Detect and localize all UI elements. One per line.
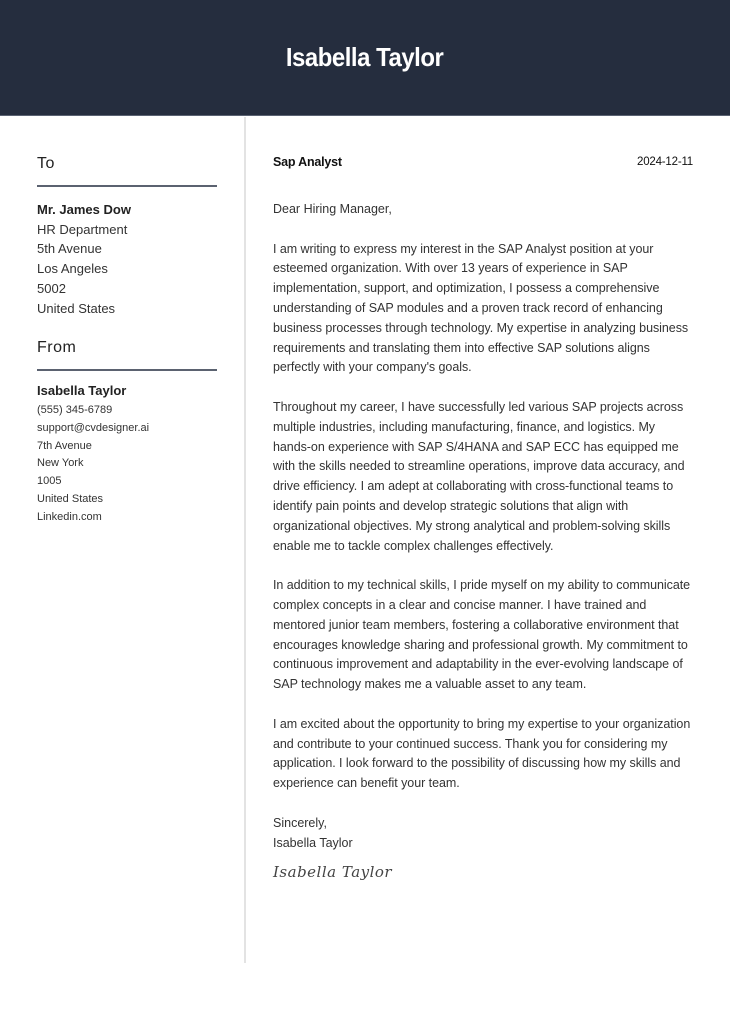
paragraph: In addition to my technical skills, I pr… [273,578,691,692]
to-divider [37,185,217,187]
letter-body: Sap Analyst 2024-12-11 Dear Hiring Manag… [273,153,693,881]
paragraph: I am writing to express my interest in t… [273,241,689,375]
sender-street: 7th Avenue [37,439,92,452]
job-title: Sap Analyst [273,155,342,169]
recipient-street: 5th Avenue [37,241,102,257]
sender-country: United States [37,492,104,505]
to-heading: To [37,155,55,172]
header-banner: Isabella Taylor [0,0,730,116]
sender-city: New York [37,457,84,470]
paragraph: Throughout my career, I have successfull… [273,399,685,553]
column-divider [244,117,246,963]
sender-section: From Isabella Taylor (555) 345-6789 supp… [37,336,217,526]
recipient-zip: 5002 [37,280,66,296]
from-heading: From [37,339,77,357]
recipient-department: HR Department [37,221,128,237]
sender-website: Linkedin.com [37,510,102,523]
sidebar: To Mr. James Dow HR Department 5th Avenu… [37,152,217,527]
applicant-name: Isabella Taylor [286,42,444,72]
sender-phone: (555) 345-6789 [37,403,113,416]
closing-phrase: Sincerely, [273,815,327,830]
signature: Isabella Taylor [273,863,393,882]
recipient-section: To Mr. James Dow HR Department 5th Avenu… [37,152,217,318]
sender-zip: 1005 [37,475,62,488]
sender-name: Isabella Taylor [37,382,127,398]
recipient-city: Los Angeles [37,261,108,277]
signer-name: Isabella Taylor [273,835,353,850]
from-divider [37,369,217,371]
letter-header: Sap Analyst 2024-12-11 [273,153,693,171]
salutation: Dear Hiring Manager, [273,202,392,216]
sender-email: support@cvdesigner.ai [37,421,150,434]
paragraph: I am excited about the opportunity to br… [273,716,691,791]
recipient-country: United States [37,300,116,316]
recipient-name: Mr. James Dow [37,201,131,217]
closing: Sincerely, Isabella Taylor [273,814,693,854]
letter-date: 2024-12-11 [637,156,693,168]
